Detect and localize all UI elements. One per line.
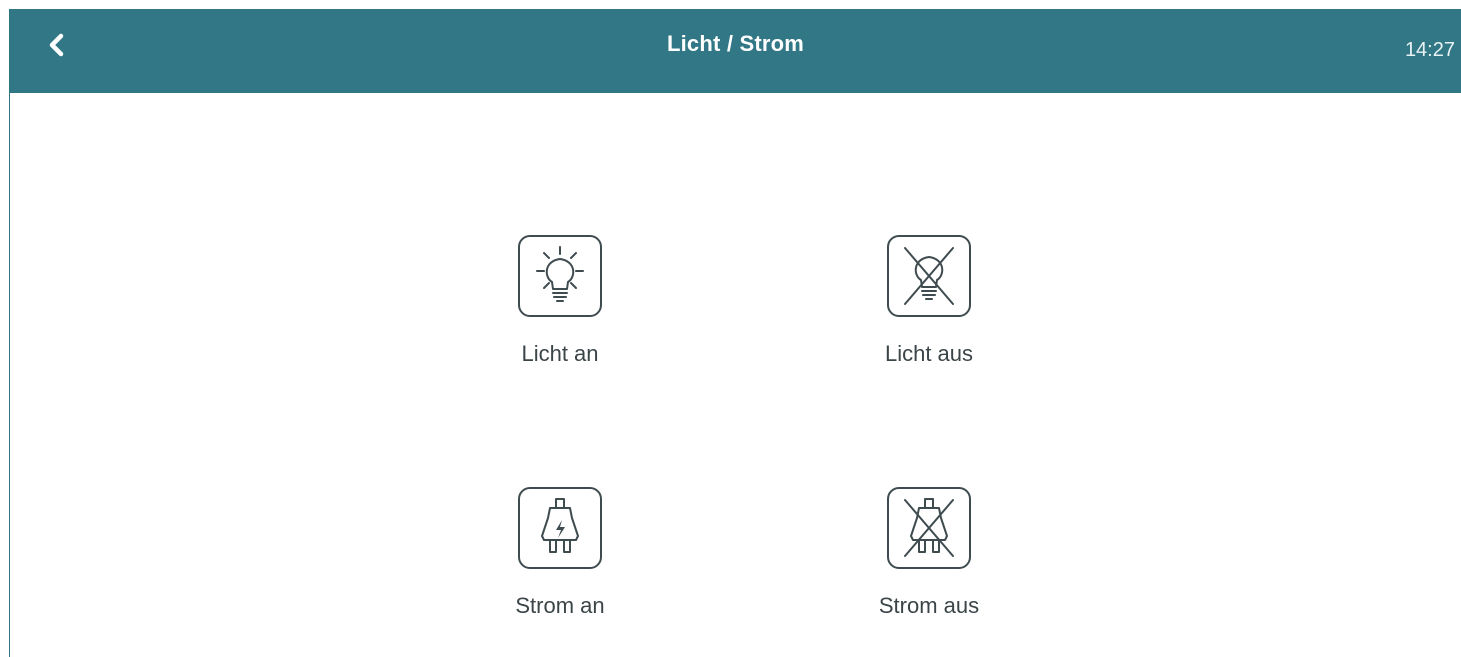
app-window: Licht / Strom 14:27 Licht an Licht aus S…	[9, 9, 1461, 657]
icon-box	[518, 235, 602, 317]
page-title: Licht / Strom	[666, 31, 805, 56]
plug-off-icon	[904, 498, 954, 557]
header-bar: Licht / Strom 14:27	[10, 9, 1461, 93]
tile-label: Licht aus	[884, 341, 974, 366]
bulb-on-icon	[536, 246, 584, 302]
tile-label: Strom aus	[878, 593, 980, 618]
bulb-off-icon	[904, 247, 954, 305]
tile-label: Strom an	[515, 593, 605, 618]
tile-label: Licht an	[521, 341, 599, 366]
tile-licht-an[interactable]: Licht an	[470, 235, 650, 385]
tile-strom-an[interactable]: Strom an	[470, 487, 650, 637]
plug-on-icon	[541, 498, 579, 553]
clock: 14:27	[1404, 39, 1455, 61]
icon-box	[887, 235, 971, 317]
icon-box	[887, 487, 971, 569]
icon-box	[518, 487, 602, 569]
tile-licht-aus[interactable]: Licht aus	[839, 235, 1019, 385]
tile-strom-aus[interactable]: Strom aus	[839, 487, 1019, 637]
